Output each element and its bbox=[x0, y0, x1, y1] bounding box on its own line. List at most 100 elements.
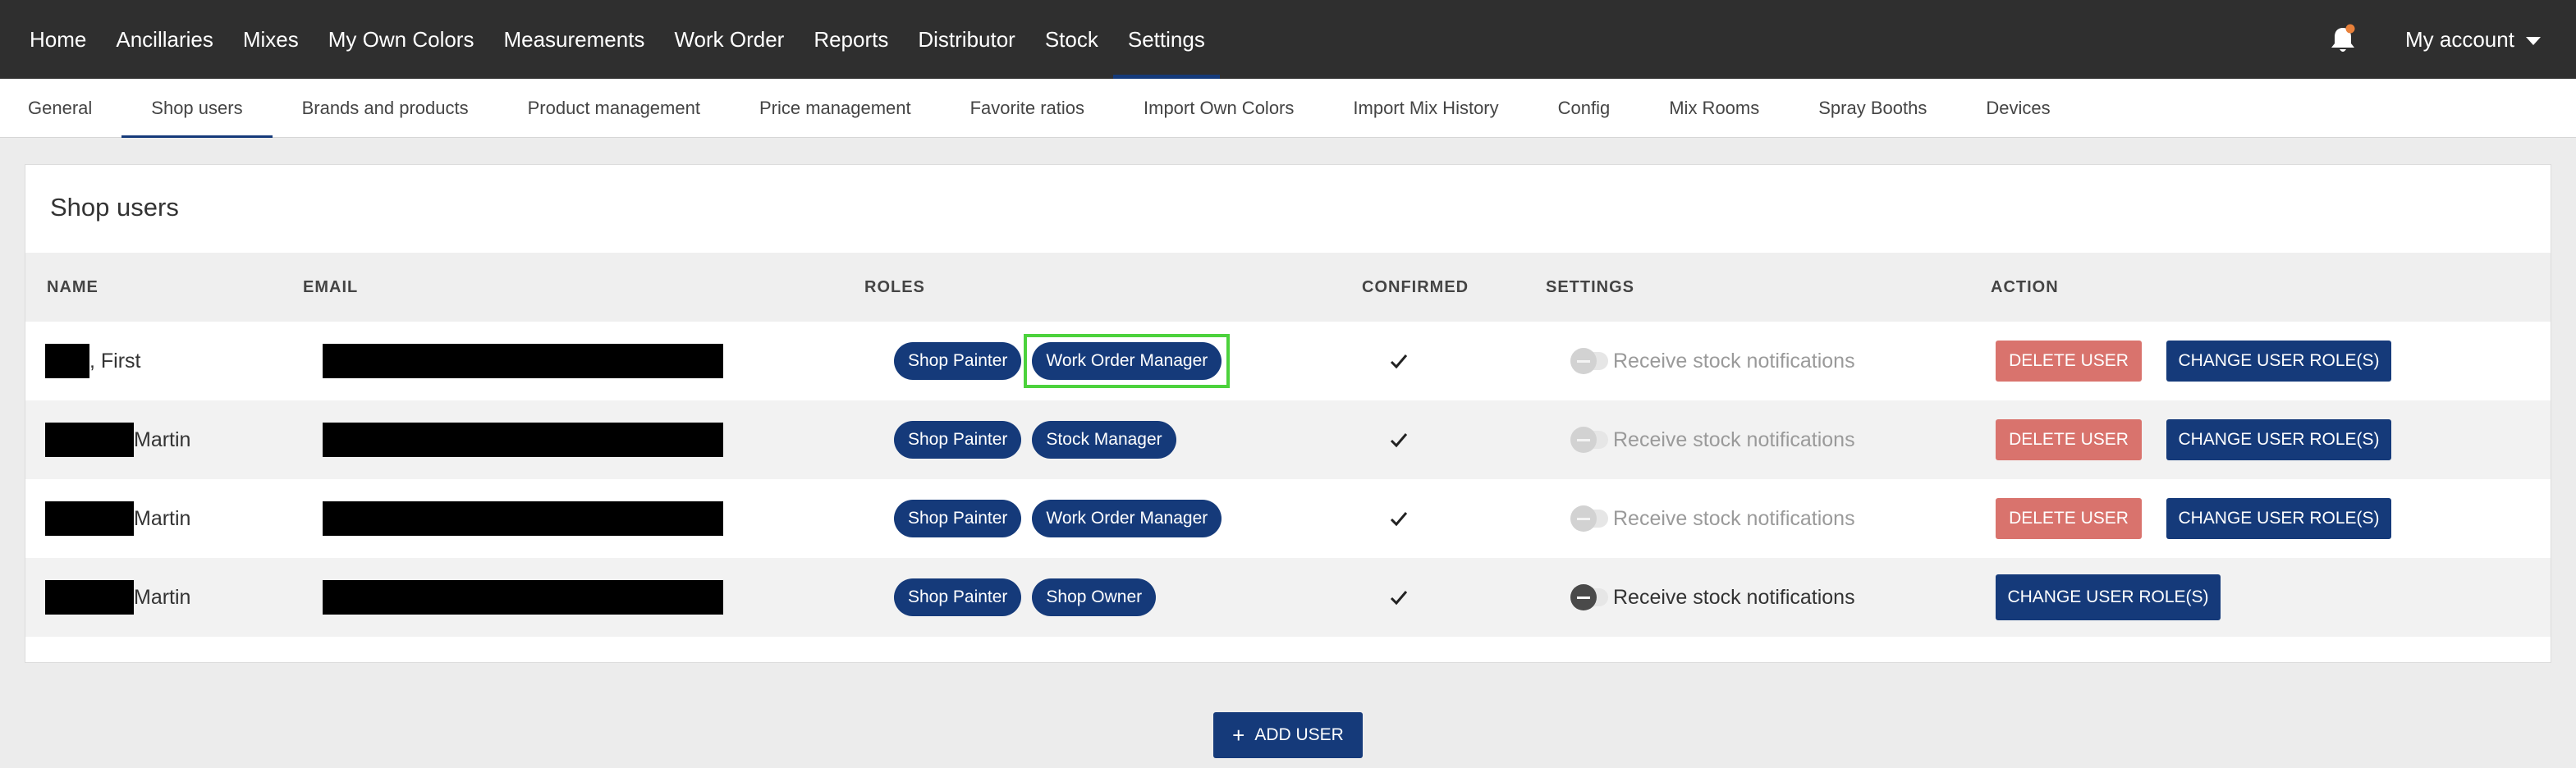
nav-work-order[interactable]: Work Order bbox=[659, 0, 799, 79]
settings-subnav: General Shop users Brands and products P… bbox=[0, 79, 2576, 138]
nav-home[interactable]: Home bbox=[15, 0, 101, 79]
user-email bbox=[323, 479, 723, 558]
user-name-suffix: , First bbox=[89, 349, 141, 373]
user-name-suffix: Martin bbox=[134, 427, 191, 451]
nav-measurements[interactable]: Measurements bbox=[488, 0, 659, 79]
tab-spray-booths[interactable]: Spray Booths bbox=[1789, 79, 1956, 138]
role-badge-shop-owner[interactable]: Shop Owner bbox=[1032, 578, 1157, 616]
stock-notifications-toggle[interactable]: Receive stock notifications bbox=[1570, 558, 1855, 637]
redacted-email bbox=[323, 501, 723, 536]
nav-mixes[interactable]: Mixes bbox=[228, 0, 314, 79]
account-menu[interactable]: My account bbox=[2405, 0, 2541, 79]
delete-user-button[interactable]: DELETE USER bbox=[1996, 498, 2142, 539]
redacted-first-name bbox=[45, 501, 134, 536]
user-email bbox=[323, 400, 723, 479]
setting-label: Receive stock notifications bbox=[1613, 506, 1855, 530]
nav-settings[interactable]: Settings bbox=[1112, 0, 1220, 79]
table-row: Martin Shop Painter Work Order Manager R… bbox=[25, 479, 2551, 558]
toggle-switch[interactable] bbox=[1570, 584, 1608, 610]
role-badge-shop-painter[interactable]: Shop Painter bbox=[894, 421, 1022, 459]
tab-general[interactable]: General bbox=[0, 79, 121, 138]
tab-product-management[interactable]: Product management bbox=[498, 79, 730, 138]
nav-distributor[interactable]: Distributor bbox=[903, 0, 1029, 79]
tab-import-mix-history[interactable]: Import Mix History bbox=[1323, 79, 1528, 138]
checkmark-icon bbox=[1390, 354, 1408, 369]
column-header-name: NAME bbox=[47, 277, 99, 296]
change-user-roles-button[interactable]: CHANGE USER ROLE(S) bbox=[2166, 498, 2391, 539]
redacted-last-name bbox=[45, 344, 89, 378]
user-name: Martin bbox=[45, 479, 190, 558]
highlighted-role: Work Order Manager bbox=[1024, 334, 1231, 388]
table-header: NAME EMAIL ROLES CONFIRMED SETTINGS ACTI… bbox=[25, 253, 2551, 322]
account-label: My account bbox=[2405, 26, 2514, 52]
user-name: Martin bbox=[45, 558, 190, 637]
toggle-switch[interactable] bbox=[1570, 427, 1608, 453]
column-header-email: EMAIL bbox=[303, 277, 359, 296]
user-name: , First bbox=[45, 322, 141, 400]
role-badge-work-order-manager[interactable]: Work Order Manager bbox=[1032, 500, 1222, 537]
redacted-email bbox=[323, 580, 723, 615]
role-badge-stock-manager[interactable]: Stock Manager bbox=[1032, 421, 1176, 459]
checkmark-icon bbox=[1390, 512, 1408, 527]
user-email bbox=[323, 558, 723, 637]
shop-users-card: Shop users NAME EMAIL ROLES CONFIRMED SE… bbox=[25, 164, 2551, 663]
redacted-first-name bbox=[45, 423, 134, 457]
bell-icon[interactable] bbox=[2328, 23, 2358, 56]
change-user-roles-button[interactable]: CHANGE USER ROLE(S) bbox=[2166, 341, 2391, 382]
role-badge-shop-painter[interactable]: Shop Painter bbox=[894, 578, 1022, 616]
delete-user-button[interactable]: DELETE USER bbox=[1996, 341, 2142, 382]
add-user-button[interactable]: + ADD USER bbox=[1213, 712, 1363, 758]
table-row: Martin Shop Painter Stock Manager Receiv… bbox=[25, 400, 2551, 479]
toggle-switch[interactable] bbox=[1570, 348, 1608, 374]
tab-devices[interactable]: Devices bbox=[1956, 79, 2079, 138]
tab-config[interactable]: Config bbox=[1529, 79, 1640, 138]
main-menu: Home Ancillaries Mixes My Own Colors Mea… bbox=[15, 0, 1220, 79]
tab-favorite-ratios[interactable]: Favorite ratios bbox=[941, 79, 1114, 138]
plus-icon: + bbox=[1232, 723, 1245, 747]
column-header-confirmed: CONFIRMED bbox=[1362, 277, 1469, 296]
user-roles: Shop Painter Stock Manager bbox=[894, 400, 1176, 479]
nav-ancillaries[interactable]: Ancillaries bbox=[101, 0, 228, 79]
tab-brands-and-products[interactable]: Brands and products bbox=[273, 79, 498, 138]
redacted-email bbox=[323, 344, 723, 378]
setting-label: Receive stock notifications bbox=[1613, 585, 1855, 609]
user-roles: Shop Painter Work Order Manager bbox=[894, 479, 1222, 558]
user-roles: Shop Painter Shop Owner bbox=[894, 558, 1157, 637]
redacted-first-name bbox=[45, 580, 134, 615]
column-header-action: ACTION bbox=[1991, 277, 2059, 296]
table-row: , First Shop Painter Work Order Manager … bbox=[25, 322, 2551, 400]
stock-notifications-toggle[interactable]: Receive stock notifications bbox=[1570, 479, 1855, 558]
column-header-roles: ROLES bbox=[864, 277, 925, 296]
delete-user-button[interactable]: DELETE USER bbox=[1996, 419, 2142, 460]
role-badge-shop-painter[interactable]: Shop Painter bbox=[894, 500, 1022, 537]
toggle-switch[interactable] bbox=[1570, 505, 1608, 532]
user-name-suffix: Martin bbox=[134, 585, 191, 609]
user-roles: Shop Painter Work Order Manager bbox=[894, 322, 1231, 400]
table-row: Martin Shop Painter Shop Owner Receive s… bbox=[25, 558, 2551, 637]
page-title: Shop users bbox=[50, 193, 179, 222]
tab-mix-rooms[interactable]: Mix Rooms bbox=[1639, 79, 1789, 138]
role-badge-shop-painter[interactable]: Shop Painter bbox=[894, 342, 1022, 380]
checkmark-icon bbox=[1390, 591, 1408, 606]
change-user-roles-button[interactable]: CHANGE USER ROLE(S) bbox=[1996, 574, 2221, 620]
tab-price-management[interactable]: Price management bbox=[730, 79, 941, 138]
tab-shop-users[interactable]: Shop users bbox=[121, 79, 273, 138]
tab-import-own-colors[interactable]: Import Own Colors bbox=[1114, 79, 1323, 138]
checkmark-icon bbox=[1390, 433, 1408, 448]
nav-stock[interactable]: Stock bbox=[1030, 0, 1113, 79]
user-name: Martin bbox=[45, 400, 190, 479]
column-header-settings: SETTINGS bbox=[1546, 277, 1635, 296]
change-user-roles-button[interactable]: CHANGE USER ROLE(S) bbox=[2166, 419, 2391, 460]
user-email bbox=[323, 322, 723, 400]
stock-notifications-toggle[interactable]: Receive stock notifications bbox=[1570, 400, 1855, 479]
user-name-suffix: Martin bbox=[134, 506, 191, 530]
role-badge-work-order-manager[interactable]: Work Order Manager bbox=[1032, 342, 1222, 380]
setting-label: Receive stock notifications bbox=[1613, 349, 1855, 373]
add-user-label: ADD USER bbox=[1254, 725, 1344, 744]
caret-down-icon bbox=[2525, 37, 2541, 45]
nav-my-own-colors[interactable]: My Own Colors bbox=[314, 0, 489, 79]
nav-reports[interactable]: Reports bbox=[799, 0, 903, 79]
redacted-email bbox=[323, 423, 723, 457]
top-navigation-bar: Home Ancillaries Mixes My Own Colors Mea… bbox=[0, 0, 2576, 79]
stock-notifications-toggle[interactable]: Receive stock notifications bbox=[1570, 322, 1855, 400]
